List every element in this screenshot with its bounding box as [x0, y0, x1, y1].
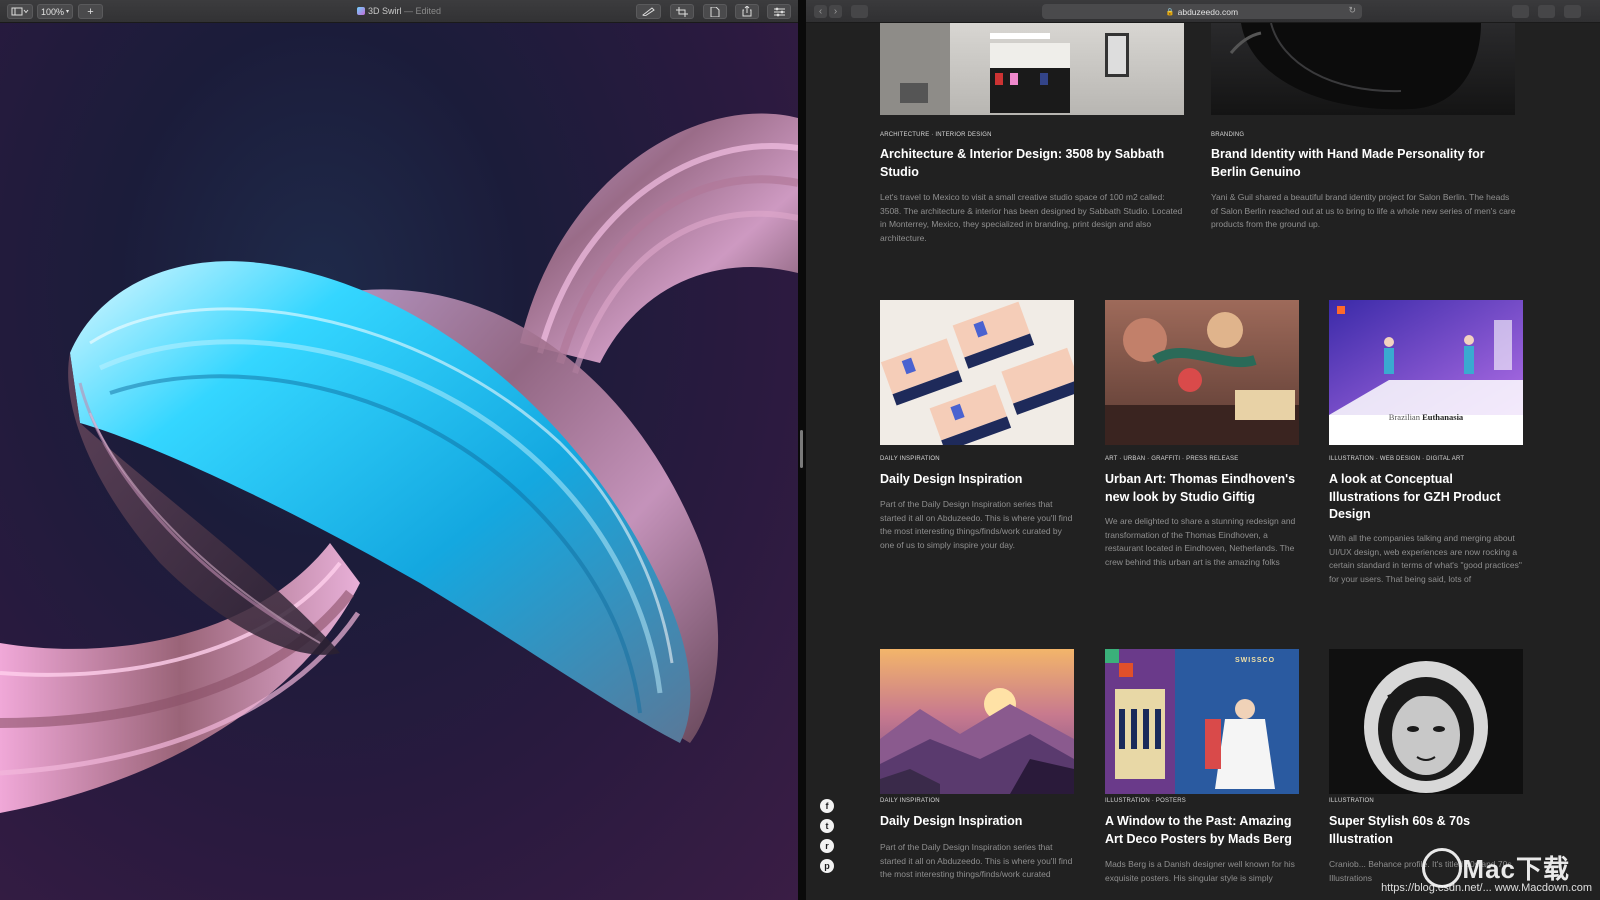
forward-button[interactable]: ›: [829, 5, 842, 18]
article-excerpt: With all the companies talking and mergi…: [1329, 533, 1522, 584]
poster-label: SWISSCO: [1235, 657, 1276, 664]
reload-icon[interactable]: ↻: [1348, 5, 1356, 16]
article-title[interactable]: Daily Design Inspiration: [880, 471, 1076, 489]
document-page-icon: [710, 6, 720, 17]
downloads-button[interactable]: [1512, 5, 1529, 18]
art-deco-poster: [1105, 649, 1299, 794]
article-excerpt: Part of the Daily Design Inspiration ser…: [880, 499, 1073, 550]
back-button[interactable]: ‹: [814, 5, 827, 18]
address-bar[interactable]: 🔒 abduzeedo.com ↻: [1042, 4, 1362, 19]
safari-toolbar: ‹ › 🔒 abduzeedo.com ↻: [806, 0, 1600, 23]
split-view-handle[interactable]: [800, 430, 803, 468]
article-category[interactable]: ILLUSTRATION · WEB DESIGN · DIGITAL ART: [1329, 456, 1464, 462]
restaurant-mural-photo: [1105, 312, 1299, 445]
article-image-architecture[interactable]: [880, 23, 1184, 115]
mountain-landscape-illustration: [880, 688, 1074, 794]
tabs-button[interactable]: [1564, 5, 1581, 18]
watermark-url: https://blog.csdn.net/... www.Macdown.co…: [1381, 882, 1592, 894]
image-caption-bold: Euthanasia: [1422, 412, 1464, 422]
article-title[interactable]: A Window to the Past: Amazing Art Deco P…: [1105, 813, 1305, 848]
illustration-people-icon: [1329, 300, 1523, 415]
article-category[interactable]: ILLUSTRATION: [1329, 798, 1374, 804]
preview-toolbar: 100% ▾ + 3D Swirl — Edited: [0, 0, 798, 23]
article-image-urban-art[interactable]: [1105, 300, 1299, 445]
crop-icon: [676, 6, 688, 17]
swirl-artwork: [0, 113, 798, 813]
article-image-conceptual[interactable]: Brazilian Euthanasia: [1329, 300, 1523, 445]
chevron-left-icon: ‹: [818, 6, 823, 17]
office-photo: [880, 23, 1129, 115]
article-title[interactable]: Brand Identity with Hand Made Personalit…: [1211, 146, 1511, 181]
lock-icon: 🔒: [1165, 8, 1175, 16]
article-excerpt: We are delighted to share a stunning red…: [1105, 516, 1296, 567]
image-canvas[interactable]: [0, 23, 798, 900]
chevron-down-icon: ▾: [66, 9, 70, 15]
packaging-photo: [880, 301, 1074, 445]
inspector-button[interactable]: [767, 4, 791, 19]
leather-bag-photo: [1229, 23, 1481, 110]
article-title[interactable]: A look at Conceptual Illustrations for G…: [1329, 471, 1519, 524]
document-name: 3D Swirl: [367, 6, 402, 16]
share-icon: [742, 6, 752, 17]
article-category[interactable]: DAILY INSPIRATION: [880, 798, 940, 804]
sidebar-button[interactable]: [851, 5, 868, 18]
sidebar-toggle-button[interactable]: [7, 4, 33, 19]
chevron-right-icon: ›: [833, 6, 838, 17]
url-text: abduzeedo.com: [1177, 6, 1239, 17]
reddit-icon[interactable]: r: [820, 839, 834, 853]
article-image-art-deco[interactable]: SWISSCO: [1105, 649, 1299, 794]
article-title[interactable]: Architecture & Interior Design: 3508 by …: [880, 146, 1180, 181]
sidebar-icon: [11, 7, 29, 16]
pen-icon: [641, 7, 655, 16]
zoom-select[interactable]: 100% ▾: [37, 4, 73, 19]
article-category[interactable]: ILLUSTRATION · POSTERS: [1105, 798, 1186, 804]
facebook-icon[interactable]: f: [820, 799, 834, 813]
article-excerpt: Yani & Guil shared a beautiful brand ide…: [1211, 192, 1516, 230]
article-title[interactable]: Daily Design Inspiration: [880, 813, 1076, 831]
article-category[interactable]: ARCHITECTURE · INTERIOR DESIGN: [880, 132, 992, 138]
watermark-logo: Mac下载: [1462, 854, 1570, 884]
share-button-safari[interactable]: [1538, 5, 1555, 18]
article-image-daily-1[interactable]: [880, 300, 1074, 445]
sliders-icon: [773, 7, 785, 16]
safari-window: ‹ › 🔒 abduzeedo.com ↻ ARCHITECTURE · INT…: [806, 0, 1600, 900]
article-category[interactable]: ART · URBAN · GRAFFITI · PRESS RELEASE: [1105, 456, 1238, 462]
article-title[interactable]: Super Stylish 60s & 70s Illustration: [1329, 813, 1519, 848]
pinterest-icon[interactable]: p: [820, 859, 834, 873]
article-excerpt: Part of the Daily Design Inspiration ser…: [880, 842, 1073, 880]
share-button[interactable]: [735, 4, 759, 19]
article-excerpt: Mads Berg is a Danish designer well know…: [1105, 859, 1295, 883]
document-status: — Edited: [404, 6, 442, 16]
zoom-value: 100%: [40, 6, 64, 17]
article-category[interactable]: DAILY INSPIRATION: [880, 456, 940, 462]
article-excerpt: Let's travel to Mexico to visit a small …: [880, 192, 1183, 243]
article-category[interactable]: BRANDING: [1211, 132, 1244, 138]
web-content: ARCHITECTURE · INTERIOR DESIGN Architect…: [806, 23, 1600, 900]
document-icon: [356, 7, 365, 15]
article-title[interactable]: Urban Art: Thomas Eindhoven's new look b…: [1105, 471, 1305, 506]
article-image-daily-2[interactable]: [880, 649, 1074, 794]
page-button[interactable]: [703, 4, 727, 19]
image-caption: Brazilian Euthanasia: [1329, 412, 1523, 422]
crop-button[interactable]: [670, 4, 694, 19]
article-image-branding[interactable]: [1211, 23, 1515, 115]
preview-window: 100% ▾ + 3D Swirl — Edited: [0, 0, 798, 900]
astronaut-portrait-illustration: [1364, 661, 1488, 793]
article-image-retro[interactable]: [1329, 649, 1523, 794]
twitter-icon[interactable]: t: [820, 819, 834, 833]
add-button[interactable]: +: [78, 4, 103, 19]
image-caption-prefix: Brazilian: [1388, 412, 1420, 422]
markup-button[interactable]: [636, 4, 661, 19]
